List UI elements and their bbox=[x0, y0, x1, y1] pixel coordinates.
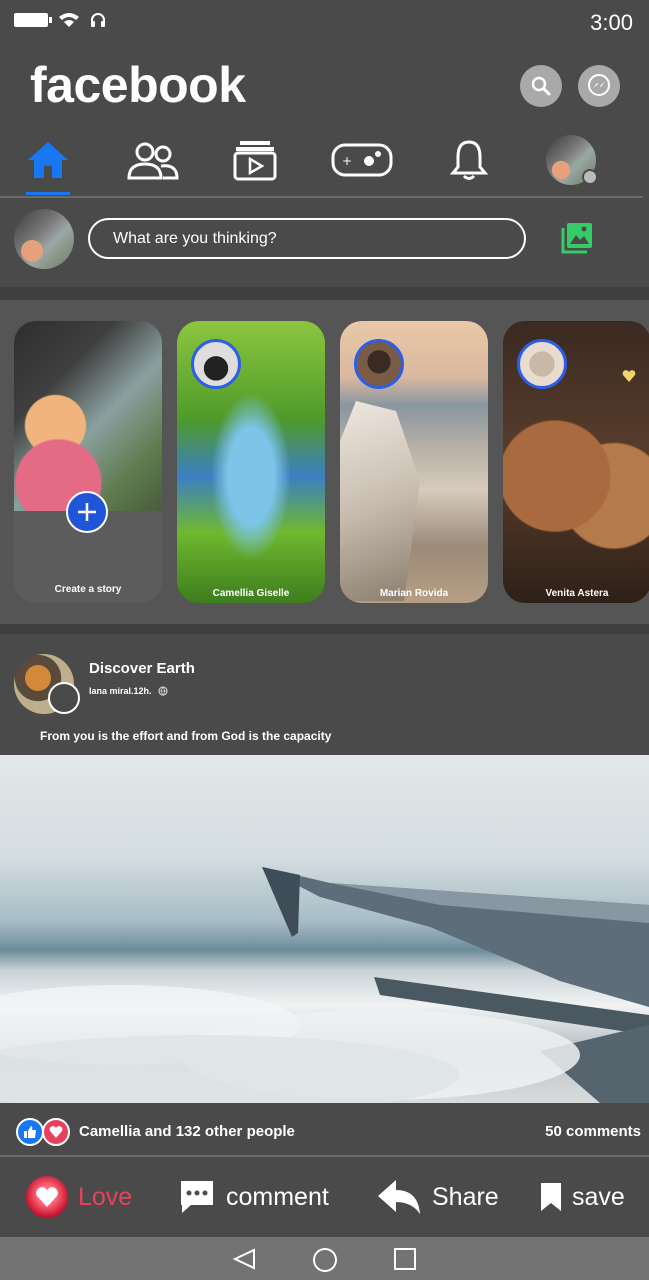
add-story-button[interactable] bbox=[66, 491, 108, 533]
comment-icon bbox=[181, 1181, 213, 1213]
heart-sticker-icon bbox=[622, 369, 636, 383]
story-label: Create a story bbox=[54, 584, 122, 595]
story-avatar bbox=[517, 339, 567, 389]
reactions-summary[interactable]: Camellia and 132 other people bbox=[79, 1123, 295, 1140]
home-nav-icon[interactable] bbox=[312, 1247, 338, 1273]
search-icon bbox=[531, 76, 551, 96]
brand-logo[interactable]: facebook bbox=[30, 56, 246, 114]
messenger-button[interactable] bbox=[578, 65, 620, 107]
photo-button[interactable] bbox=[561, 222, 593, 259]
status-bar: 3:00 bbox=[0, 0, 649, 46]
section-separator bbox=[0, 624, 649, 634]
love-button[interactable]: Love bbox=[26, 1158, 132, 1236]
story-label: Marian Rovida bbox=[379, 588, 449, 599]
tab-profile[interactable] bbox=[544, 130, 598, 190]
status-time: 3:00 bbox=[590, 10, 633, 35]
save-label: save bbox=[572, 1182, 625, 1211]
story-item[interactable]: Venita Astera bbox=[503, 321, 649, 603]
messenger-icon bbox=[588, 74, 610, 96]
divider bbox=[0, 1155, 649, 1157]
tab-notifications[interactable] bbox=[448, 130, 490, 190]
section-separator bbox=[0, 287, 649, 300]
horse-shape bbox=[340, 401, 420, 601]
post-author-sub-avatar bbox=[48, 682, 80, 714]
active-tab-indicator bbox=[26, 192, 70, 195]
reactions-bar: Camellia and 132 other people 50 comment… bbox=[0, 1104, 649, 1156]
divider bbox=[0, 196, 643, 198]
menu-icon bbox=[582, 169, 598, 185]
comments-count[interactable]: 50 comments bbox=[545, 1123, 641, 1140]
post-text: From you is the effort and from God is t… bbox=[40, 729, 332, 743]
share-icon bbox=[378, 1180, 420, 1214]
love-reaction-icon bbox=[42, 1118, 70, 1146]
share-button[interactable]: Share bbox=[376, 1158, 499, 1236]
love-icon bbox=[26, 1176, 68, 1218]
save-button[interactable]: save bbox=[540, 1158, 625, 1236]
gamepad-icon: + bbox=[331, 143, 393, 177]
wifi-icon bbox=[59, 13, 79, 27]
story-avatar bbox=[191, 339, 241, 389]
story-create[interactable]: Create a story bbox=[14, 321, 162, 603]
home-icon bbox=[28, 142, 68, 178]
video-icon bbox=[233, 141, 277, 181]
post-author-name[interactable]: Discover Earth bbox=[89, 660, 195, 677]
story-item[interactable]: Marian Rovida bbox=[340, 321, 488, 603]
story-label: Venita Astera bbox=[545, 588, 609, 599]
whats-on-your-mind-input[interactable]: What are you thinking? bbox=[88, 218, 526, 259]
friends-icon bbox=[127, 142, 179, 180]
headphones-icon bbox=[91, 13, 105, 27]
story-label: Camellia Giselle bbox=[212, 588, 290, 599]
globe-icon bbox=[157, 686, 168, 696]
top-tabs: + bbox=[0, 130, 649, 196]
tab-friends[interactable] bbox=[124, 130, 182, 190]
stories-strip: Create a story Camellia Giselle Marian R… bbox=[0, 300, 649, 624]
comment-button[interactable]: comment bbox=[178, 1158, 329, 1236]
post-meta: lana miral.12h. bbox=[89, 686, 168, 696]
post-image[interactable] bbox=[0, 755, 649, 1103]
story-avatar bbox=[354, 339, 404, 389]
love-label: Love bbox=[78, 1182, 133, 1211]
post-timestamp: lana miral.12h. bbox=[89, 686, 152, 696]
plus-icon bbox=[78, 503, 96, 521]
search-button[interactable] bbox=[520, 65, 562, 107]
photo-icon bbox=[561, 223, 592, 254]
post-actions: Love comment Share save bbox=[0, 1158, 649, 1236]
tab-gaming[interactable]: + bbox=[330, 130, 394, 190]
svg-text:+: + bbox=[342, 154, 352, 168]
recents-icon[interactable] bbox=[394, 1248, 416, 1270]
battery-icon bbox=[14, 13, 52, 27]
back-icon[interactable] bbox=[232, 1248, 256, 1270]
share-label: Share bbox=[432, 1182, 499, 1211]
comment-label: comment bbox=[226, 1182, 329, 1211]
bell-icon bbox=[450, 140, 488, 180]
system-nav-bar bbox=[0, 1237, 649, 1280]
tab-home[interactable] bbox=[24, 130, 72, 190]
composer-avatar[interactable] bbox=[14, 209, 74, 269]
tab-watch[interactable] bbox=[230, 130, 280, 190]
like-reaction-icon bbox=[16, 1118, 44, 1146]
create-story-image bbox=[14, 321, 162, 511]
airplane-wing-image bbox=[0, 867, 649, 1103]
bookmark-icon bbox=[541, 1183, 561, 1211]
story-item[interactable]: Camellia Giselle bbox=[177, 321, 325, 603]
